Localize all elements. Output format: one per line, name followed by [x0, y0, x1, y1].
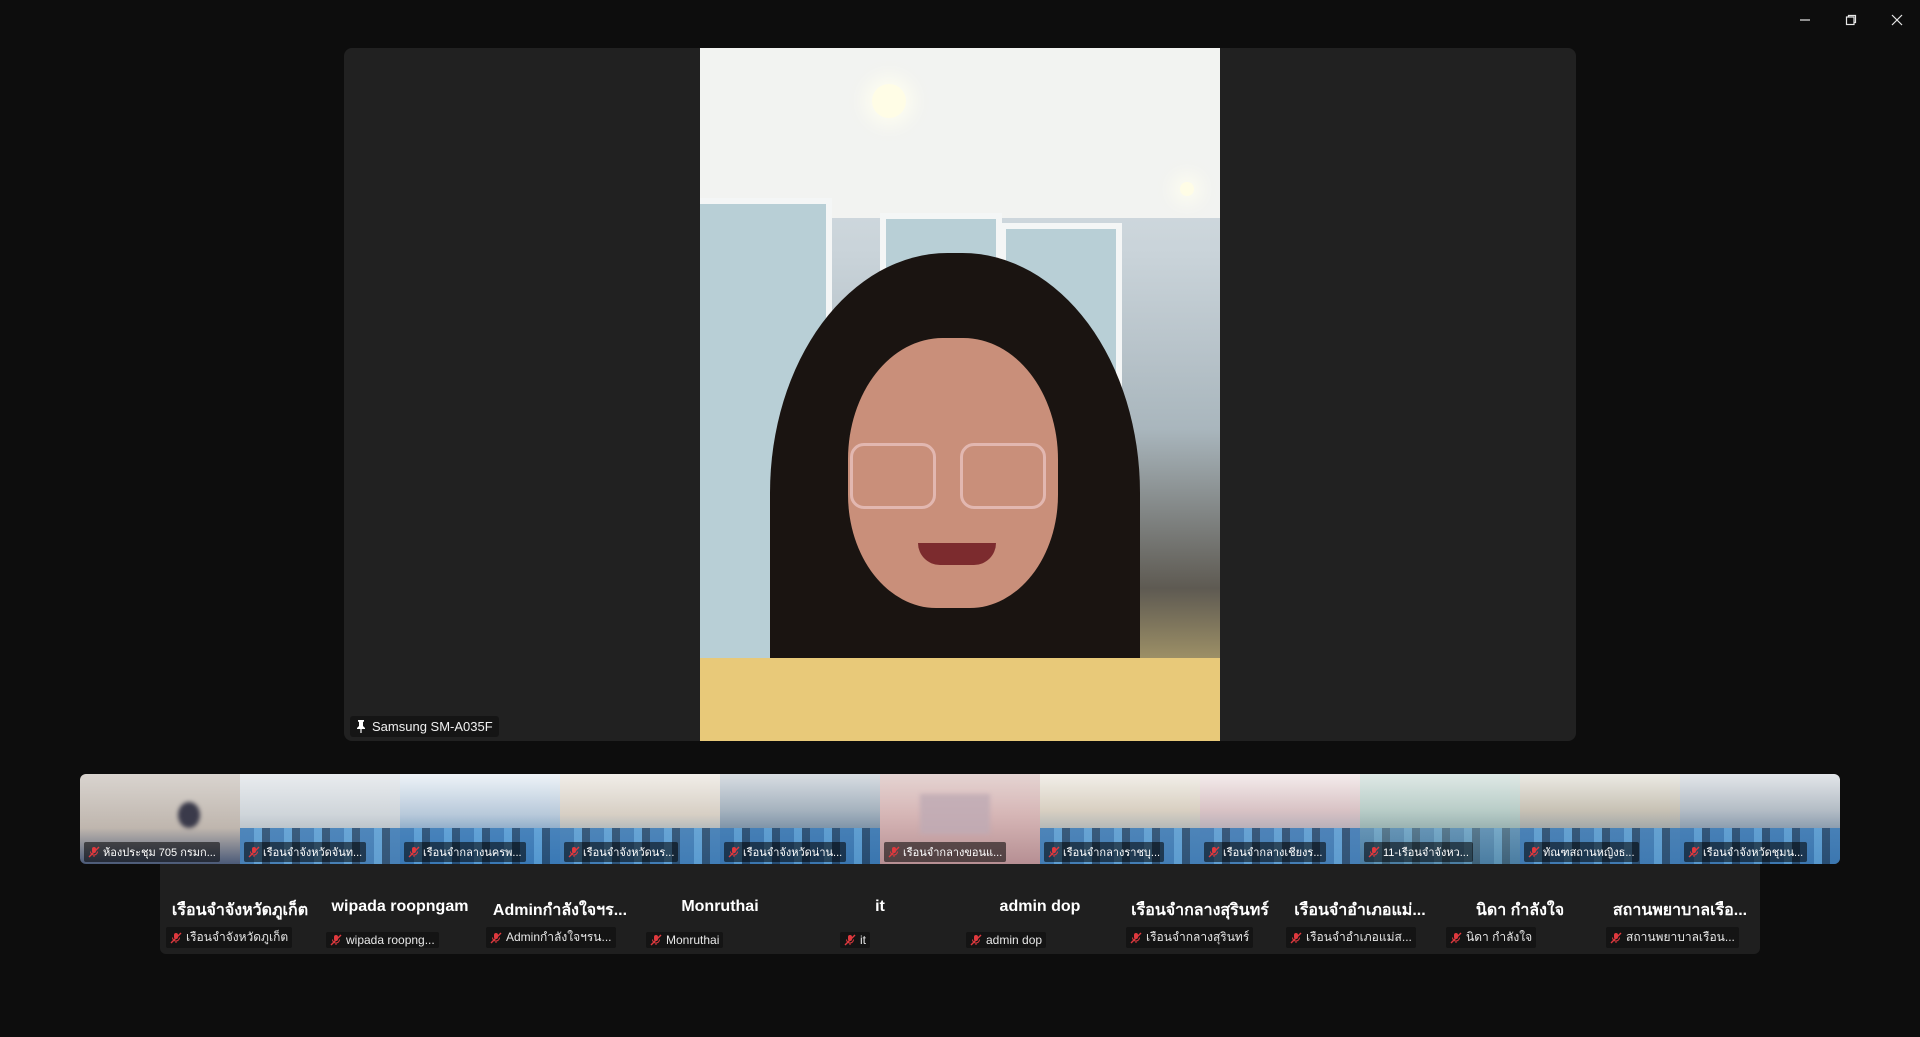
participant-name-tile[interactable]: เรือนจำอำเภอแม่... เรือนจำอำเภอแม่ส... [1280, 864, 1440, 954]
participant-video-tile[interactable]: เรือนจำกลางนครพ... [400, 774, 560, 864]
participant-label: เรือนจำกลางขอนแ... [884, 842, 1007, 862]
participant-video-tile[interactable]: เรือนจำกลางเชียงร... [1200, 774, 1360, 864]
participant-name: Adminกำลังใจฯร... [492, 902, 628, 919]
mic-muted-icon [1130, 932, 1142, 943]
participant-label: admin dop [966, 932, 1047, 948]
participant-label: 11-เรือนจำจังหว... [1364, 842, 1473, 862]
mic-muted-icon [888, 846, 900, 858]
participant-name-tile[interactable]: นิดา กำลังใจ นิดา กำลังใจ [1440, 864, 1600, 954]
participant-label: เรือนจำกลางสุรินทร์ [1126, 927, 1254, 948]
mic-muted-icon [1048, 846, 1060, 858]
mic-muted-icon [490, 932, 502, 943]
mic-muted-icon [844, 934, 856, 946]
participant-label: สถานพยาบาลเรือน... [1606, 927, 1739, 948]
participant-label: ห้องประชุม 705 กรมก... [84, 842, 220, 862]
participant-video-tile[interactable]: เรือนจำกลางราชบุ... [1040, 774, 1200, 864]
participant-name: admin dop [999, 898, 1081, 915]
mic-muted-icon [170, 932, 182, 943]
participant-label: Monruthai [646, 932, 724, 948]
participant-label: นิดา กำลังใจ [1446, 927, 1537, 948]
participant-name-tile[interactable]: wipada roopngam wipada roopng... [320, 864, 480, 954]
participant-label: เรือนจำจังหวัดนร... [564, 842, 679, 862]
participant-label: wipada roopng... [326, 932, 439, 948]
participant-video-tile[interactable]: เรือนจำจังหวัดน่าน... [720, 774, 880, 864]
active-speaker-stage[interactable]: Samsung SM-A035F [344, 48, 1576, 741]
mic-muted-icon [330, 934, 342, 946]
participant-name: Monruthai [681, 898, 759, 915]
mic-muted-icon [248, 846, 260, 858]
participant-name: wipada roopngam [331, 898, 469, 915]
participant-label: เรือนจำกลางนครพ... [404, 842, 526, 862]
mic-muted-icon [1688, 846, 1700, 858]
participant-label: it [840, 932, 870, 948]
participant-name: สถานพยาบาลเรือ... [1612, 902, 1748, 919]
participant-video-tile[interactable]: เรือนจำจังหวัดจันท... [240, 774, 400, 864]
participant-name-tile[interactable]: เรือนจำจังหวัดภูเก็ต เรือนจำจังหวัดภูเก็… [160, 864, 320, 954]
participant-video-tile[interactable]: ทัณฑสถานหญิงธ... [1520, 774, 1680, 864]
active-speaker-video [700, 48, 1220, 741]
mic-muted-icon [650, 934, 662, 946]
mic-muted-icon [1450, 932, 1462, 943]
pinned-participant-label: Samsung SM-A035F [350, 716, 499, 737]
pin-icon [357, 720, 365, 733]
mic-muted-icon [88, 846, 100, 858]
participant-label: เรือนจำกลางเชียงร... [1204, 842, 1327, 862]
participant-name: เรือนจำกลางสุรินทร์ [1131, 902, 1269, 919]
participant-label: เรือนจำจังหวัดภูเก็ต [166, 927, 293, 948]
participant-label: ทัณฑสถานหญิงธ... [1524, 842, 1639, 862]
participant-video-tile[interactable]: เรือนจำกลางขอนแ... [880, 774, 1040, 864]
mic-muted-icon [1368, 846, 1380, 858]
participant-label: เรือนจำจังหวัดน่าน... [724, 842, 847, 862]
close-button[interactable] [1874, 0, 1920, 40]
mic-muted-icon [1208, 846, 1220, 858]
mic-muted-icon [1610, 932, 1622, 943]
participant-name-tile[interactable]: Monruthai Monruthai [640, 864, 800, 954]
participant-video-tile[interactable]: ห้องประชุม 705 กรมก... [80, 774, 240, 864]
mic-muted-icon [970, 934, 982, 946]
pinned-participant-name: Samsung SM-A035F [372, 719, 493, 734]
video-filmstrip: ห้องประชุม 705 กรมก... เรือนจำจังหวัดจัน… [80, 774, 1840, 864]
participant-label: Adminกำลังใจฯรน... [486, 927, 616, 948]
participant-name: เรือนจำจังหวัดภูเก็ต [171, 902, 309, 919]
mic-muted-icon [1528, 846, 1540, 858]
minimize-icon [1800, 19, 1810, 21]
minimize-button[interactable] [1782, 0, 1828, 40]
participant-name-tile[interactable]: เรือนจำกลางสุรินทร์ เรือนจำกลางสุรินทร์ [1120, 864, 1280, 954]
participant-label: เรือนจำกลางราชบุ... [1044, 842, 1165, 862]
participant-name: นิดา กำลังใจ [1475, 902, 1565, 919]
participant-video-tile[interactable]: เรือนจำจังหวัดชุมน... [1680, 774, 1840, 864]
restore-icon [1845, 14, 1857, 26]
participant-video-tile[interactable]: เรือนจำจังหวัดนร... [560, 774, 720, 864]
restore-button[interactable] [1828, 0, 1874, 40]
participant-name: it [875, 898, 885, 915]
mic-muted-icon [728, 846, 740, 858]
mic-muted-icon [408, 846, 420, 858]
participant-name-tile[interactable]: Adminกำลังใจฯร... Adminกำลังใจฯรน... [480, 864, 640, 954]
participant-name-tile[interactable]: สถานพยาบาลเรือ... สถานพยาบาลเรือน... [1600, 864, 1760, 954]
mic-muted-icon [568, 846, 580, 858]
participant-name-tile[interactable]: it it [800, 864, 960, 954]
close-icon [1891, 14, 1903, 26]
mic-muted-icon [1290, 932, 1302, 943]
window-controls [1782, 0, 1920, 40]
participant-label: เรือนจำจังหวัดจันท... [244, 842, 367, 862]
camera-off-participants: เรือนจำจังหวัดภูเก็ต เรือนจำจังหวัดภูเก็… [160, 864, 1760, 954]
participant-label: เรือนจำจังหวัดชุมน... [1684, 842, 1808, 862]
participant-name: เรือนจำอำเภอแม่... [1294, 902, 1426, 919]
participant-video-tile[interactable]: 11-เรือนจำจังหว... [1360, 774, 1520, 864]
participant-name-tile[interactable]: admin dop admin dop [960, 864, 1120, 954]
participant-label: เรือนจำอำเภอแม่ส... [1286, 927, 1416, 948]
